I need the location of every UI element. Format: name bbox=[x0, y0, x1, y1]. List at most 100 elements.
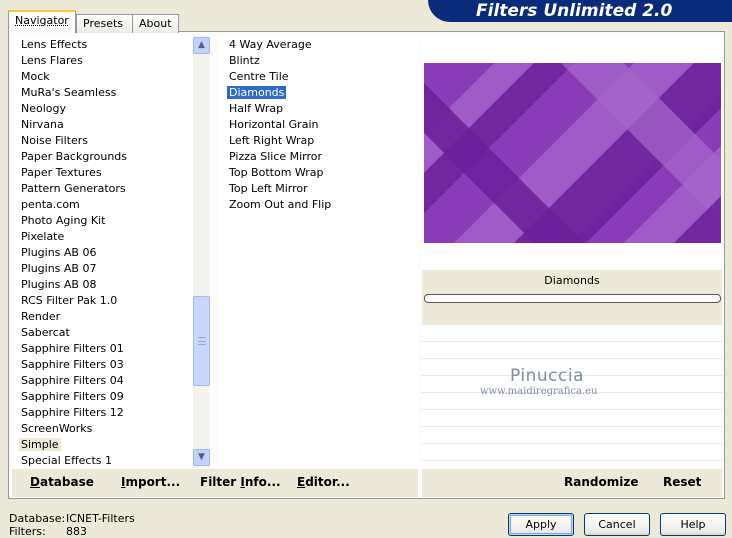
tab-navigator[interactable]: Navigator bbox=[8, 10, 76, 33]
import-button[interactable]: Import... bbox=[121, 475, 180, 489]
tab-presets[interactable]: Presets bbox=[76, 14, 133, 33]
category-item[interactable]: Sapphire Filters 03 bbox=[12, 357, 210, 373]
category-item[interactable]: Special Effects 1 bbox=[12, 453, 210, 467]
category-item[interactable]: Sapphire Filters 01 bbox=[12, 341, 210, 357]
editor-button[interactable]: Editor... bbox=[297, 475, 350, 489]
filter-item-label: Half Wrap bbox=[229, 102, 284, 115]
category-item[interactable]: Paper Backgrounds bbox=[12, 149, 210, 165]
filter-item[interactable]: Top Bottom Wrap bbox=[218, 165, 418, 181]
editor-label: ditor... bbox=[305, 475, 350, 489]
category-item-label: Noise Filters bbox=[21, 134, 88, 147]
tab-presets-label: Presets bbox=[83, 17, 124, 30]
watermark-url: www.maidiregrafica.eu bbox=[480, 386, 598, 397]
parameter-row bbox=[422, 444, 722, 461]
category-item-label: Neology bbox=[21, 102, 67, 115]
tab-about[interactable]: About bbox=[132, 14, 179, 33]
parameter-row bbox=[422, 325, 722, 342]
database-label: atabase bbox=[39, 475, 94, 489]
category-item[interactable]: Plugins AB 08 bbox=[12, 277, 210, 293]
category-item[interactable]: Pixelate bbox=[12, 229, 210, 245]
category-item-label: Paper Textures bbox=[21, 166, 102, 179]
category-item-label: Paper Backgrounds bbox=[21, 150, 128, 163]
reset-button[interactable]: Reset bbox=[663, 475, 701, 489]
filter-item[interactable]: 4 Way Average bbox=[218, 37, 418, 53]
category-item[interactable]: Sabercat bbox=[12, 325, 210, 341]
filter-item[interactable]: Top Left Mirror bbox=[218, 181, 418, 197]
category-item-label: Sapphire Filters 12 bbox=[21, 406, 124, 419]
database-button[interactable]: Database bbox=[30, 475, 94, 489]
category-item-label: Mock bbox=[21, 70, 50, 83]
category-item[interactable]: penta.com bbox=[12, 197, 210, 213]
filter-info-label: nfo... bbox=[244, 475, 281, 489]
app-title: Filters Unlimited 2.0 bbox=[476, 1, 673, 21]
filter-item[interactable]: Diamonds bbox=[218, 85, 418, 101]
category-item[interactable]: Lens Effects bbox=[12, 37, 210, 53]
category-item[interactable]: ScreenWorks bbox=[12, 421, 210, 437]
category-list[interactable]: Lens Effects Lens Flares Mock MuRa's Seamle… bbox=[12, 36, 210, 467]
category-item-label: penta.com bbox=[21, 198, 80, 211]
selected-filter-name: Diamonds bbox=[544, 274, 600, 287]
scrollbar-thumb[interactable] bbox=[193, 296, 210, 386]
category-scrollbar[interactable]: ▲ ▼ bbox=[193, 36, 210, 467]
progress-bar bbox=[424, 294, 721, 303]
filter-item-label: Centre Tile bbox=[229, 70, 289, 83]
category-item-label: ScreenWorks bbox=[21, 422, 93, 435]
category-item[interactable]: MuRa's Seamless bbox=[12, 85, 210, 101]
category-item-label: Plugins AB 08 bbox=[21, 278, 97, 291]
cancel-button[interactable]: Cancel bbox=[584, 513, 650, 536]
category-item-label: Sabercat bbox=[21, 326, 70, 339]
scroll-down-button[interactable]: ▼ bbox=[193, 449, 210, 466]
filter-info-button[interactable]: Filter Info... bbox=[200, 475, 281, 489]
category-item[interactable]: Sapphire Filters 09 bbox=[12, 389, 210, 405]
tab-navigator-label: Navigator bbox=[15, 14, 69, 27]
scroll-up-button[interactable]: ▲ bbox=[193, 37, 210, 54]
category-item-label: Sapphire Filters 03 bbox=[21, 358, 124, 371]
filter-item[interactable]: Centre Tile bbox=[218, 69, 418, 85]
category-item-label: Pixelate bbox=[21, 230, 65, 243]
category-item[interactable]: Sapphire Filters 04 bbox=[12, 373, 210, 389]
filter-item[interactable]: Blintz bbox=[218, 53, 418, 69]
title-banner: Filters Unlimited 2.0 bbox=[428, 0, 732, 22]
filter-item[interactable]: Left Right Wrap bbox=[218, 133, 418, 149]
category-item-label: Photo Aging Kit bbox=[21, 214, 106, 227]
parameter-row bbox=[422, 410, 722, 427]
category-item[interactable]: Mock bbox=[12, 69, 210, 85]
category-item[interactable]: Pattern Generators bbox=[12, 181, 210, 197]
category-item[interactable]: Lens Flares bbox=[12, 53, 210, 69]
category-item[interactable]: Simple bbox=[12, 437, 210, 453]
filter-info-label-prefix: Filter bbox=[200, 475, 241, 489]
category-item[interactable]: Paper Textures bbox=[12, 165, 210, 181]
category-item-label: Plugins AB 07 bbox=[21, 262, 97, 275]
filter-list[interactable]: 4 Way Average Blintz Centre Tile Diamonds Ha… bbox=[218, 36, 418, 467]
category-item[interactable]: Plugins AB 07 bbox=[12, 261, 210, 277]
apply-button[interactable]: Apply bbox=[508, 513, 574, 536]
category-item-label: Nirvana bbox=[21, 118, 64, 131]
filter-item[interactable]: Zoom Out and Flip bbox=[218, 197, 418, 213]
chevron-up-icon: ▲ bbox=[198, 40, 205, 50]
grip-icon bbox=[198, 337, 206, 345]
filter-item[interactable]: Half Wrap bbox=[218, 101, 418, 117]
filter-item-label: Pizza Slice Mirror bbox=[229, 150, 323, 163]
category-item[interactable]: RCS Filter Pak 1.0 bbox=[12, 293, 210, 309]
filter-item[interactable]: Horizontal Grain bbox=[218, 117, 418, 133]
filter-item[interactable]: Pizza Slice Mirror bbox=[218, 149, 418, 165]
category-item-label: Lens Effects bbox=[21, 38, 88, 51]
filters-count-label: Filters: bbox=[9, 525, 46, 538]
database-hotkey: D bbox=[30, 475, 40, 489]
category-item[interactable]: Noise Filters bbox=[12, 133, 210, 149]
category-item-label: Sapphire Filters 09 bbox=[21, 390, 124, 403]
filters-count-value: 883 bbox=[66, 525, 87, 538]
randomize-button[interactable]: Randomize bbox=[564, 475, 638, 489]
filter-item-label: Left Right Wrap bbox=[229, 134, 315, 147]
category-item[interactable]: Neology bbox=[12, 101, 210, 117]
bottom-toolbar: Database Import... Filter Info... Editor… bbox=[12, 469, 418, 497]
category-item[interactable]: Render bbox=[12, 309, 210, 325]
category-item[interactable]: Plugins AB 06 bbox=[12, 245, 210, 261]
filter-item-label: Diamonds bbox=[227, 86, 287, 99]
help-button[interactable]: Help bbox=[660, 513, 726, 536]
category-item[interactable]: Photo Aging Kit bbox=[12, 213, 210, 229]
filter-item-label: 4 Way Average bbox=[229, 38, 312, 51]
category-item[interactable]: Nirvana bbox=[12, 117, 210, 133]
parameter-row bbox=[422, 427, 722, 444]
category-item[interactable]: Sapphire Filters 12 bbox=[12, 405, 210, 421]
